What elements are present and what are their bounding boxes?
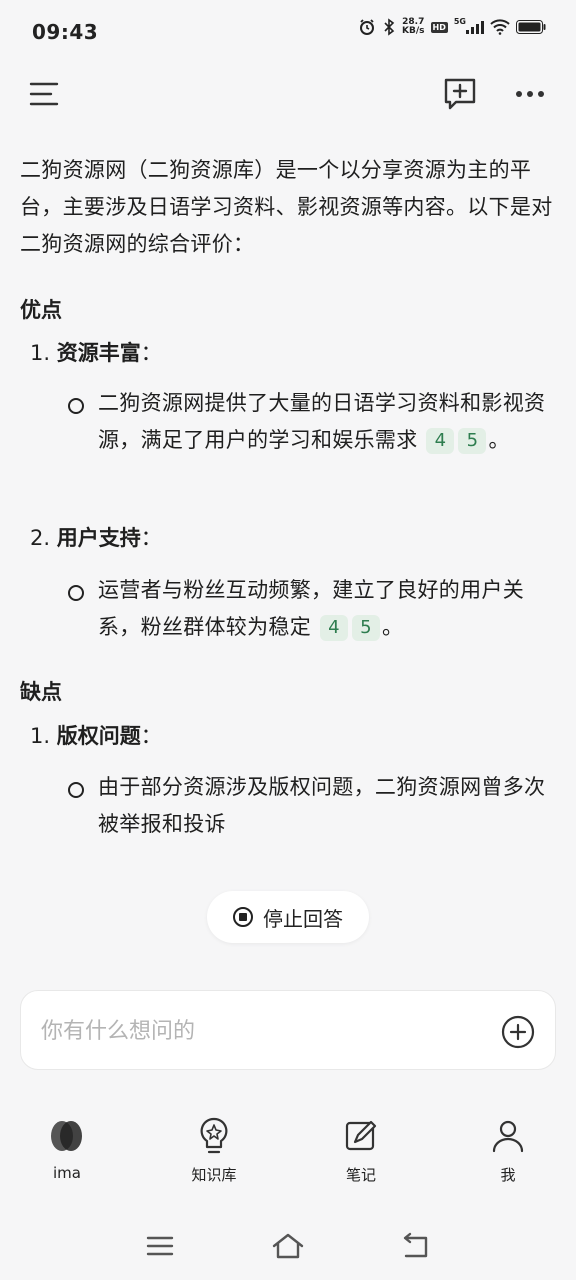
status-bar: 09:43 28.7 KB/s HD 5G [0,0,576,64]
more-dots-icon[interactable] [510,78,550,110]
cellular-signal-icon: 5G [453,16,484,34]
sentence-end: 。 [381,615,404,639]
home-icon[interactable] [268,1229,308,1263]
nav-item-knowledge[interactable]: 知识库 [164,1116,264,1185]
note-edit-icon [311,1116,411,1156]
bullet-text: 运营者与粉丝互动频繁，建立了良好的用户关系，粉丝群体较为稳定 4 5。 [98,572,564,646]
list-item: 二狗资源网提供了大量的日语学习资料和影视资源，满足了用户的学习和娱乐需求 4 5。 [68,385,564,459]
knowledge-bulb-icon [164,1116,264,1156]
list-item: 由于部分资源涉及版权问题，二狗资源网曾多次被举报和投诉 [68,769,564,843]
nav-label: 知识库 [191,1166,237,1184]
list-item-colon: ： [140,341,162,365]
recent-apps-icon[interactable] [140,1229,180,1263]
list-item-colon: ： [140,724,162,748]
nav-item-notes[interactable]: 笔记 [311,1116,411,1185]
chat-input-box [20,990,556,1070]
plus-circle-icon[interactable] [501,1015,535,1049]
answer-intro: 二狗资源网（二狗资源库）是一个以分享资源为主的平台，主要涉及日语学习资料、影视资… [20,158,553,256]
list-item: 运营者与粉丝互动频繁，建立了良好的用户关系，粉丝群体较为稳定 4 5。 [68,572,564,646]
hamburger-menu-icon[interactable] [26,78,64,110]
net-speed-unit: KB/s [402,26,425,36]
ima-logo-icon [17,1116,117,1156]
citation-badge[interactable]: 4 [319,615,348,641]
pros-item-2-heading: 2. 用户支持： [30,522,162,552]
nav-label: 笔记 [345,1166,376,1184]
bullet-text: 二狗资源网提供了大量的日语学习资料和影视资源，满足了用户的学习和娱乐需求 4 5。 [98,385,564,459]
nav-label: 我 [500,1166,516,1184]
stop-answer-button[interactable]: 停止回答 [207,891,369,943]
back-icon[interactable] [396,1229,436,1263]
network-type: 5G [453,16,466,26]
list-number: 1. [30,341,51,365]
bullet-circle-icon [68,398,84,414]
sentence-end: 。 [488,428,510,452]
cons-item-1-heading: 1. 版权问题： [30,720,162,750]
list-item-title: 资源丰富 [56,341,141,365]
system-nav-bar [0,1215,576,1280]
new-chat-icon[interactable] [440,74,480,114]
list-item-title: 用户支持 [56,526,141,550]
cons-heading: 缺点 [20,680,62,704]
wifi-icon [490,19,510,35]
pros-item-1-heading: 1. 资源丰富： [30,337,162,367]
pros-heading: 优点 [20,298,62,322]
list-number: 1. [30,724,51,748]
top-bar [0,64,576,124]
answer-content: 二狗资源网（二狗资源库）是一个以分享资源为主的平台，主要涉及日语学习资料、影视资… [20,152,560,836]
hd-badge: HD [430,21,448,33]
citation-badge[interactable]: 5 [458,428,487,454]
nav-label: ima [53,1164,81,1182]
battery-icon [516,20,546,34]
bullet-content: 运营者与粉丝互动频繁，建立了良好的用户关系，粉丝群体较为稳定 [98,578,524,639]
stop-circle-icon [233,907,253,927]
bullet-text: 由于部分资源涉及版权问题，二狗资源网曾多次被举报和投诉 [98,775,546,836]
bullet-circle-icon [68,782,84,798]
status-time: 09:43 [32,20,99,44]
stop-answer-label: 停止回答 [263,906,343,931]
list-number: 2. [30,526,51,550]
bluetooth-icon [382,18,396,36]
citation-badge[interactable]: 4 [426,428,455,454]
user-profile-icon [458,1116,558,1156]
nav-item-ima[interactable]: ima [17,1116,117,1182]
net-speed: 28.7 KB/s [402,18,424,36]
nav-item-me[interactable]: 我 [458,1116,558,1185]
alarm-icon [358,18,376,36]
chat-input[interactable] [39,1009,483,1053]
citation-badge[interactable]: 5 [351,615,380,641]
list-item-title: 版权问题 [56,724,141,748]
list-item-colon: ： [140,526,162,550]
status-icons: 28.7 KB/s HD 5G [358,16,546,36]
bottom-nav: ima 知识库 笔记 我 [0,1100,576,1210]
bullet-circle-icon [68,585,84,601]
